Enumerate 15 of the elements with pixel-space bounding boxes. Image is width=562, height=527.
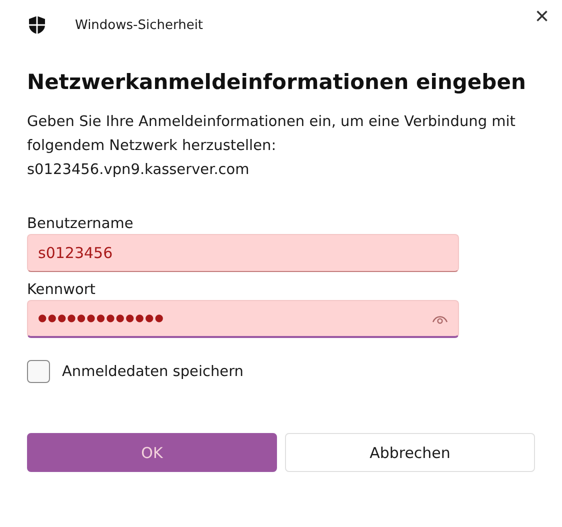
checkbox-label: Anmeldedaten speichern — [62, 364, 244, 380]
network-address: s0123456.vpn9.kasserver.com — [27, 161, 250, 180]
cancel-button[interactable]: Abbrechen — [285, 433, 535, 472]
remember-checkbox[interactable] — [27, 360, 50, 383]
username-field[interactable]: s0123456 — [27, 234, 459, 272]
shield-icon — [27, 15, 47, 35]
description-text: Geben Sie Ihre Anmeldeinformationen ein, um eine Verbindung mit folgendem Netzwerk herzustellen: — [27, 113, 516, 156]
close-button[interactable]: × — [534, 5, 549, 29]
window-title: Windows-Sicherheit — [75, 18, 204, 32]
eye-icon[interactable] — [432, 314, 448, 324]
password-field[interactable]: ●●●●●●●●●●●●● — [27, 300, 459, 338]
dialog-heading: Netzwerkanmeldeinformationen eingeben — [27, 70, 527, 94]
ok-button[interactable]: OK — [27, 433, 277, 472]
field-label: Kennwort — [27, 282, 96, 298]
field-label: Benutzername — [27, 216, 134, 232]
